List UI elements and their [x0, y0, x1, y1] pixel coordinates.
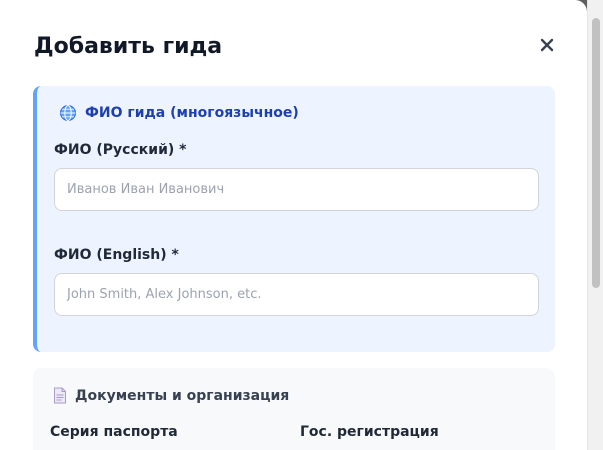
scrollbar-thumb[interactable] — [592, 18, 600, 288]
close-icon — [540, 38, 554, 52]
modal-title: Добавить гида — [34, 34, 223, 59]
section-header: ФИО гида (многоязычное) — [59, 104, 299, 122]
documents-section-title: Документы и организация — [75, 387, 290, 404]
section-title: ФИО гида (многоязычное) — [85, 105, 299, 121]
state-registration-label: Гос. регистрация — [300, 424, 439, 440]
document-icon — [54, 387, 66, 404]
passport-series-label: Серия паспорта — [50, 424, 178, 440]
name-en-label: ФИО (English) * — [54, 247, 179, 263]
globe-icon — [60, 105, 76, 121]
name-ru-input[interactable] — [54, 168, 539, 211]
multilingual-name-section: ФИО гида (многоязычное) ФИО (Русский) * … — [33, 86, 555, 352]
modal-scrollbar[interactable] — [587, 0, 603, 450]
name-ru-label: ФИО (Русский) * — [54, 142, 187, 158]
name-en-input[interactable] — [54, 273, 539, 316]
documents-section: Документы и организация Серия паспорта Г… — [33, 368, 555, 450]
documents-section-header: Документы и организация — [53, 387, 289, 404]
add-guide-modal: Добавить гида ФИО гида (многоязычное) ФИ… — [0, 0, 587, 450]
close-button[interactable] — [533, 31, 561, 59]
